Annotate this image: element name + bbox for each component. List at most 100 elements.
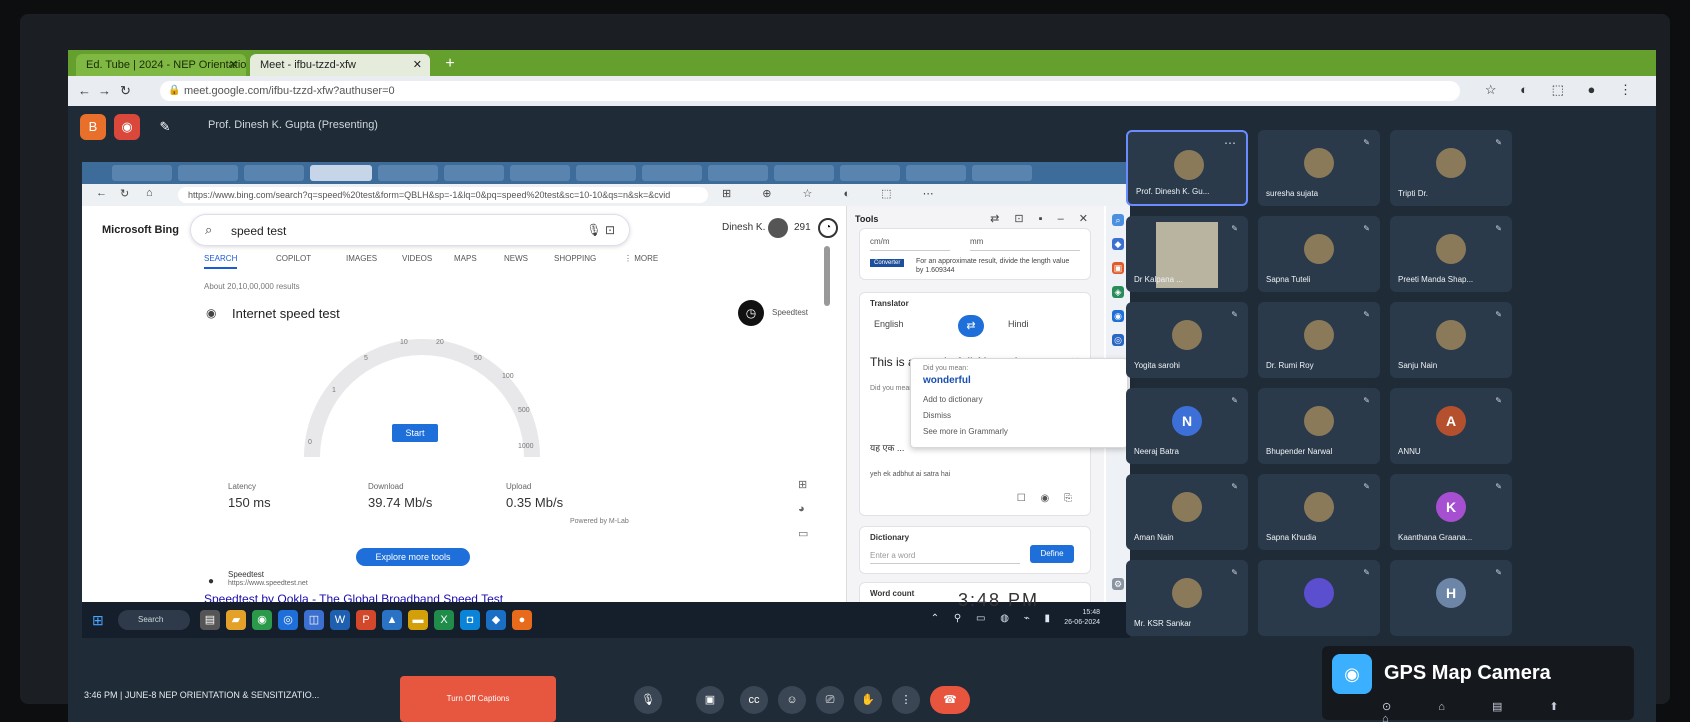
edge-tab[interactable] xyxy=(774,165,834,181)
tab-copilot[interactable]: COPILOT xyxy=(276,254,311,263)
back-icon[interactable]: ← xyxy=(96,187,107,199)
unit-to-select[interactable]: mm xyxy=(970,237,1080,251)
edge-icon[interactable]: ◎ xyxy=(278,610,298,630)
participant-tile[interactable]: ✎ N Neeraj Batra xyxy=(1126,388,1248,464)
participant-tile[interactable]: ✎ Dr. Rumi Roy xyxy=(1258,302,1380,378)
participant-tile[interactable]: ✎ Yogita sarohi xyxy=(1126,302,1248,378)
edge-tab[interactable] xyxy=(510,165,570,181)
explorer-icon[interactable]: ▰ xyxy=(226,610,246,630)
edge-tab[interactable] xyxy=(642,165,702,181)
captions-button[interactable]: Turn Off Captions xyxy=(400,676,556,722)
participant-tile[interactable]: ✎ A ANNU xyxy=(1390,388,1512,464)
excel-icon[interactable]: X xyxy=(434,610,454,630)
participant-tile[interactable]: ✎ Aman Nain xyxy=(1126,474,1248,550)
tab-maps[interactable]: MAPS xyxy=(454,254,477,263)
participant-tile[interactable]: ✎ Sanju Nain xyxy=(1390,302,1512,378)
lang-to-select[interactable]: Hindi xyxy=(1008,319,1029,329)
dismiss-item[interactable]: Dismiss xyxy=(923,411,951,420)
taskbar-search[interactable]: Search xyxy=(118,610,190,630)
reload-icon[interactable]: ↻ xyxy=(120,83,131,99)
participant-tile[interactable]: ✎ Preeti Manda Shap... xyxy=(1390,216,1512,292)
edge-tab-active[interactable] xyxy=(310,165,372,181)
windows-start-icon[interactable]: ⊞ xyxy=(92,612,104,629)
participant-tile[interactable]: ✎ H xyxy=(1390,560,1512,636)
system-tray-icons[interactable]: ⌃ ⚲ ▭ ◍ ⌁ ▮ xyxy=(931,613,1056,624)
start-button[interactable]: Start xyxy=(392,424,438,442)
chrome-icon[interactable]: ◉ xyxy=(252,610,272,630)
participant-tile[interactable]: ✎ Sapna Tuteli xyxy=(1258,216,1380,292)
tab-videos[interactable]: VIDEOS xyxy=(402,254,432,263)
edge-tab[interactable] xyxy=(378,165,438,181)
tab-images[interactable]: IMAGES xyxy=(346,254,377,263)
folder-icon[interactable]: ▬ xyxy=(408,610,428,630)
panel-controls[interactable]: ⇄ ⊡ ▪ – ✕ xyxy=(990,212,1094,225)
close-icon[interactable]: ✕ xyxy=(229,54,238,76)
participant-tile[interactable]: ✎ Tripti Dr. xyxy=(1390,130,1512,206)
participant-tile[interactable]: ✎ xyxy=(1258,560,1380,636)
edge-toolbar-icons[interactable]: ⊞ ⊕ ☆ ◐ ⬚ ⋯ xyxy=(722,187,948,200)
tab-search[interactable]: SEARCH xyxy=(204,254,238,269)
games-icon[interactable]: ◈ xyxy=(1112,286,1124,298)
settings-icon[interactable]: ⚙ xyxy=(1112,578,1124,590)
tools-icon[interactable]: ▣ xyxy=(1112,262,1124,274)
extension-icons[interactable]: ☆ ◐ ⬚ ● ⋮ xyxy=(1485,82,1642,98)
powerpoint-icon[interactable]: P xyxy=(356,610,376,630)
rewards-points[interactable]: 291 xyxy=(794,222,811,233)
lang-from-select[interactable]: English xyxy=(874,319,904,329)
search-icon[interactable]: ⌕ xyxy=(1112,214,1124,226)
participant-tile[interactable]: ✎ suresha sujata xyxy=(1258,130,1380,206)
participant-tile[interactable]: ⋯ Prof. Dinesh K. Gu... xyxy=(1126,130,1248,206)
app-icon[interactable]: B xyxy=(80,114,106,140)
unit-from-select[interactable]: cm/m xyxy=(870,237,950,251)
output-action-icons[interactable]: ☐ ◉ ⎘ xyxy=(1017,493,1078,504)
speedometer-icon[interactable]: ◷ xyxy=(738,300,764,326)
result-title-link[interactable]: Speedtest by Ookla - The Global Broadban… xyxy=(204,592,503,602)
scrollbar[interactable] xyxy=(824,246,830,306)
edge-tab[interactable] xyxy=(178,165,238,181)
tab-news[interactable]: NEWS xyxy=(504,254,528,263)
edge-tab[interactable] xyxy=(972,165,1032,181)
taskview-icon[interactable]: ▤ xyxy=(200,610,220,630)
widget-badge[interactable]: Speedtest xyxy=(772,308,808,317)
dictionary-input[interactable]: Enter a word xyxy=(870,551,1020,564)
edge-tab[interactable] xyxy=(576,165,636,181)
edge-tab[interactable] xyxy=(840,165,900,181)
browser-tab-1[interactable]: Ed. Tube | 2024 - NEP Orientation ✕ xyxy=(76,54,246,76)
back-icon[interactable]: ← xyxy=(78,83,91,98)
word-icon[interactable]: W xyxy=(330,610,350,630)
close-icon[interactable]: ✕ xyxy=(413,54,422,76)
edge-url-field[interactable]: https://www.bing.com/search?q=speed%20te… xyxy=(178,187,708,203)
participant-tile[interactable]: ✎ Mr. KSR Sankar xyxy=(1126,560,1248,636)
home-icon[interactable]: ⌂ xyxy=(146,187,153,199)
tab-shopping[interactable]: SHOPPING xyxy=(554,254,596,263)
edit-icon[interactable]: ✎ xyxy=(152,114,178,140)
url-field[interactable]: 🔒 meet.google.com/ifbu-tzzd-xfw?authuser… xyxy=(160,81,1460,101)
copilot-float-icons[interactable]: ⊞ ◕ ▭ xyxy=(798,478,808,540)
bing-search-box[interactable]: ⌕ speed test 🎙 ⊡ xyxy=(190,214,630,246)
bing-user-name[interactable]: Dinesh K. xyxy=(722,222,765,233)
new-tab-button[interactable]: + xyxy=(440,54,460,74)
spell-suggestion[interactable]: wonderful xyxy=(923,375,971,386)
browser-icon[interactable]: ● xyxy=(512,610,532,630)
edge-tab[interactable] xyxy=(112,165,172,181)
tab-more[interactable]: ⋮ MORE xyxy=(624,254,658,263)
reload-icon[interactable]: ↻ xyxy=(120,187,129,200)
avatar[interactable] xyxy=(768,218,788,238)
outlook-icon[interactable]: ◫ xyxy=(304,610,324,630)
edge-tab[interactable] xyxy=(244,165,304,181)
outlook-icon[interactable]: ◎ xyxy=(1112,334,1124,346)
grammarly-item[interactable]: See more in Grammarly xyxy=(923,427,1008,436)
explore-tools-button[interactable]: Explore more tools xyxy=(356,548,470,566)
browser-tab-2[interactable]: Meet - ifbu-tzzd-xfw ✕ xyxy=(250,54,430,76)
add-to-dictionary-item[interactable]: Add to dictionary xyxy=(923,395,983,404)
participant-tile[interactable]: ✎ K Kaanthana Graana... xyxy=(1390,474,1512,550)
rewards-icon[interactable]: ◔ xyxy=(818,218,838,238)
edge-tab[interactable] xyxy=(708,165,768,181)
swap-language-button[interactable]: ⇄ xyxy=(958,315,984,337)
more-options-icon[interactable]: ⋯ xyxy=(1224,136,1236,150)
mic-camera-icons[interactable]: 🎙 ⊡ xyxy=(586,223,615,237)
teams-icon[interactable]: ◆ xyxy=(486,610,506,630)
store-icon[interactable]: ◘ xyxy=(460,610,480,630)
record-icon[interactable]: ◉ xyxy=(114,114,140,140)
participant-tile[interactable]: ✎ Bhupender Narwal xyxy=(1258,388,1380,464)
